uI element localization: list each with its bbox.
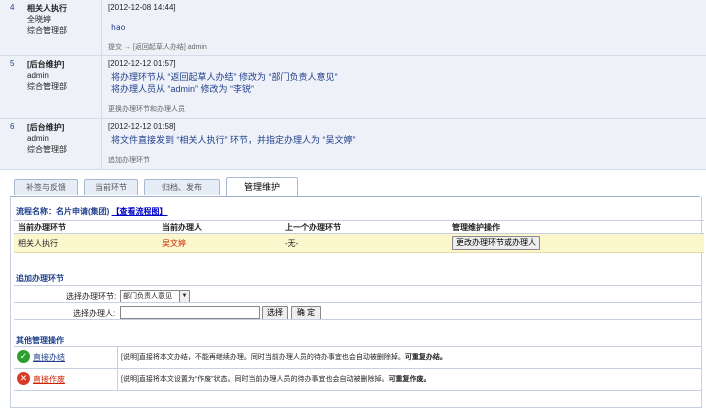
log-entry: 5 [后台维护] admin 综合管理部 [2012-12-12 01:57] … (0, 56, 706, 119)
current-step-cell: 相关人执行 (18, 239, 58, 248)
log-note: 更换办理环节和办理人员 (108, 106, 185, 113)
col-current-handler: 当前办理人 (162, 223, 202, 232)
add-step-title: 追加办理环节 (16, 274, 64, 283)
tab-management[interactable]: 管理维护 (226, 177, 298, 196)
col-current-step: 当前办理环节 (18, 223, 66, 232)
operation-row: ✕ 直接作废 [说明]直接将本文设置为“作废”状态。同时当前办理人员的待办事宜也… (14, 368, 702, 391)
log-dept: 综合管理部 (27, 82, 67, 91)
person-input[interactable] (120, 306, 260, 319)
chevron-down-icon[interactable]: ▼ (179, 291, 189, 302)
table-header: 当前办理环节 当前办理人 上一个办理环节 管理维护操作 (14, 220, 704, 234)
log-number: 4 (10, 3, 15, 12)
log-step-name: [后台维护] (27, 60, 65, 69)
log-text: hao (111, 23, 126, 32)
flow-title: 流程名称：名片申请(集团) 【查看流程图】 (16, 207, 168, 216)
log-dept: 综合管理部 (27, 26, 67, 35)
change-step-or-handler-button[interactable]: 更改办理环节或办理人 (452, 236, 540, 250)
void-description: [说明]直接将本文设置为“作废”状态。同时当前办理人员的待办事宜也会自动被删除掉… (121, 376, 431, 383)
current-handler-cell: 吴文婷 (162, 239, 186, 248)
log-entry: 6 [后台维护] admin 综合管理部 [2012-12-12 01:58] … (0, 119, 706, 170)
table-row: 相关人执行 吴文婷 -无- 更改办理环节或办理人 (14, 234, 704, 253)
log-number: 5 (10, 59, 15, 68)
select-step-label: 选择办理环节: (66, 292, 117, 301)
log-dept: 综合管理部 (27, 145, 67, 154)
select-person-label: 选择办理人: (73, 309, 116, 318)
log-time: [2012-12-08 14:44] (108, 3, 176, 12)
log-user: admin (27, 71, 49, 80)
view-flowchart-link[interactable]: 【查看流程图】 (112, 207, 168, 216)
col-operation: 管理维护操作 (452, 223, 500, 232)
log-user: 全晓婷 (27, 15, 51, 24)
finish-directly-link[interactable]: 直接办结 (33, 352, 65, 363)
cancel-circle-icon: ✕ (17, 372, 30, 385)
log-note: 追加办理环节 (108, 157, 150, 164)
log-text: 将办理环节从 “返回起草人办结” 修改为 “部门负责人意见” (111, 72, 338, 82)
previous-step-cell: -无- (285, 239, 299, 248)
finish-description: [说明]直接将本文办结，不能再继续办理。同时当前办理人员的待办事宜也会自动被删除… (121, 354, 447, 361)
log-step-name: 相关人执行 (27, 4, 67, 13)
log-note: 提交 → [返回起草人办结] admin (108, 44, 207, 51)
confirm-button[interactable]: 确 定 (291, 306, 321, 320)
tab-current-step[interactable]: 当前环节 (84, 179, 138, 195)
log-text: 将办理人员从 “admin” 修改为 “李锐” (111, 84, 255, 94)
other-operations-title: 其他管理操作 (16, 336, 64, 345)
tab-supplement-feedback[interactable]: 补签与反馈 (14, 179, 78, 195)
tab-archive-publish[interactable]: 归档、发布 (144, 179, 220, 195)
operation-row: ✓ 直接办结 [说明]直接将本文办结，不能再继续办理。同时当前办理人员的待办事宜… (14, 346, 702, 368)
log-step-name: [后台维护] (27, 123, 65, 132)
void-directly-link[interactable]: 直接作废 (33, 374, 65, 385)
log-user: admin (27, 134, 49, 143)
log-entry: 4 相关人执行 全晓婷 综合管理部 [2012-12-08 14:44] hao… (0, 0, 706, 56)
check-circle-icon: ✓ (17, 350, 30, 363)
log-time: [2012-12-12 01:58] (108, 122, 176, 131)
log-number: 6 (10, 122, 15, 131)
log-text: 将文件直接发到 “相关人执行” 环节，并指定办理人为 “吴文婷” (111, 135, 356, 145)
col-previous-step: 上一个办理环节 (285, 223, 341, 232)
choose-person-button[interactable]: 选择 (262, 306, 288, 320)
log-time: [2012-12-12 01:57] (108, 59, 176, 68)
